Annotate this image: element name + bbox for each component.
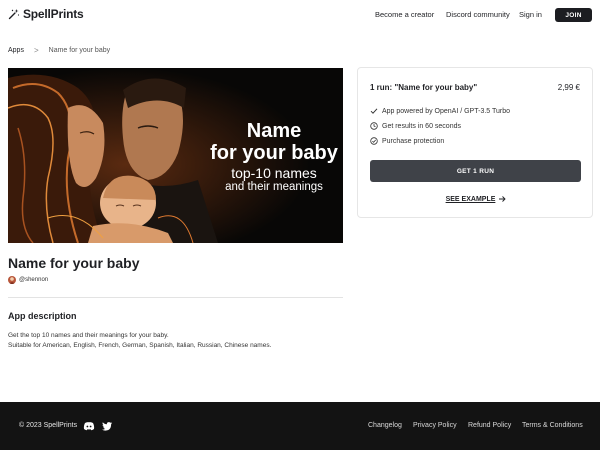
author[interactable]: @shennon [8, 276, 48, 284]
feature-item: App powered by OpenAI / GPT-3.5 Turbo [370, 107, 510, 115]
breadcrumb-separator: > [33, 46, 39, 55]
check-circle-icon [370, 137, 378, 145]
footer-link-refund[interactable]: Refund Policy [468, 422, 511, 429]
clock-icon [370, 122, 378, 130]
logo[interactable]: SpellPrints [8, 7, 84, 21]
footer-link-terms[interactable]: Terms & Conditions [522, 422, 583, 429]
price: 2,99 € [557, 83, 580, 92]
footer-link-changelog[interactable]: Changelog [368, 422, 402, 429]
purchase-card: 1 run: "Name for your baby" 2,99 € App p… [357, 67, 593, 218]
see-example-label: SEE EXAMPLE [445, 195, 496, 203]
hero-subtitle-line2: and their meanings [225, 181, 323, 193]
join-button[interactable]: JOIN [555, 8, 592, 22]
nav-sign-in[interactable]: Sign in [519, 10, 542, 19]
feature-label: App powered by OpenAI / GPT-3.5 Turbo [382, 107, 511, 115]
hero-caption: Name for your baby top-10 names and thei… [198, 120, 343, 194]
hero-title-line2: for your baby [210, 142, 338, 164]
app-hero-image: Name for your baby top-10 names and thei… [8, 68, 343, 243]
app-description: Get the top 10 names and their meanings … [8, 331, 271, 350]
feature-label: Purchase protection [382, 137, 445, 145]
description-line: Suitable for American, English, French, … [8, 341, 272, 349]
logo-text: SpellPrints [23, 7, 84, 21]
breadcrumb-current: Name for your baby [48, 47, 111, 54]
get-run-button[interactable]: GET 1 RUN [370, 160, 581, 182]
see-example-link[interactable]: SEE EXAMPLE [358, 195, 594, 203]
description-heading: App description [8, 311, 77, 321]
avatar [8, 276, 16, 284]
discord-icon[interactable] [83, 420, 95, 432]
nav-discord-community[interactable]: Discord community [446, 10, 510, 19]
arrow-right-icon [499, 196, 507, 202]
feature-item: Purchase protection [370, 137, 444, 145]
app-title: Name for your baby [8, 255, 140, 271]
author-name: @shennon [19, 277, 49, 283]
description-line: Get the top 10 names and their meanings … [8, 332, 169, 339]
breadcrumb: Apps > Name for your baby [8, 46, 110, 55]
feature-label: Get results in 60 seconds [382, 122, 461, 130]
feature-item: Get results in 60 seconds [370, 122, 461, 130]
copyright: © 2023 SpellPrints [19, 422, 78, 429]
check-icon [370, 108, 378, 114]
purchase-title: 1 run: "Name for your baby" [370, 83, 478, 92]
footer-link-privacy[interactable]: Privacy Policy [413, 422, 457, 429]
divider [8, 297, 343, 298]
breadcrumb-apps[interactable]: Apps [8, 47, 24, 54]
nav-become-creator[interactable]: Become a creator [375, 10, 434, 19]
twitter-icon[interactable] [101, 420, 113, 432]
hero-title-line1: Name [246, 120, 302, 142]
wand-icon [8, 9, 20, 20]
hero-subtitle-line1: top-10 names [231, 165, 317, 181]
footer: © 2023 SpellPrints Changelog Privacy Pol… [0, 402, 600, 450]
top-header: SpellPrints Become a creator Discord com… [0, 0, 600, 30]
